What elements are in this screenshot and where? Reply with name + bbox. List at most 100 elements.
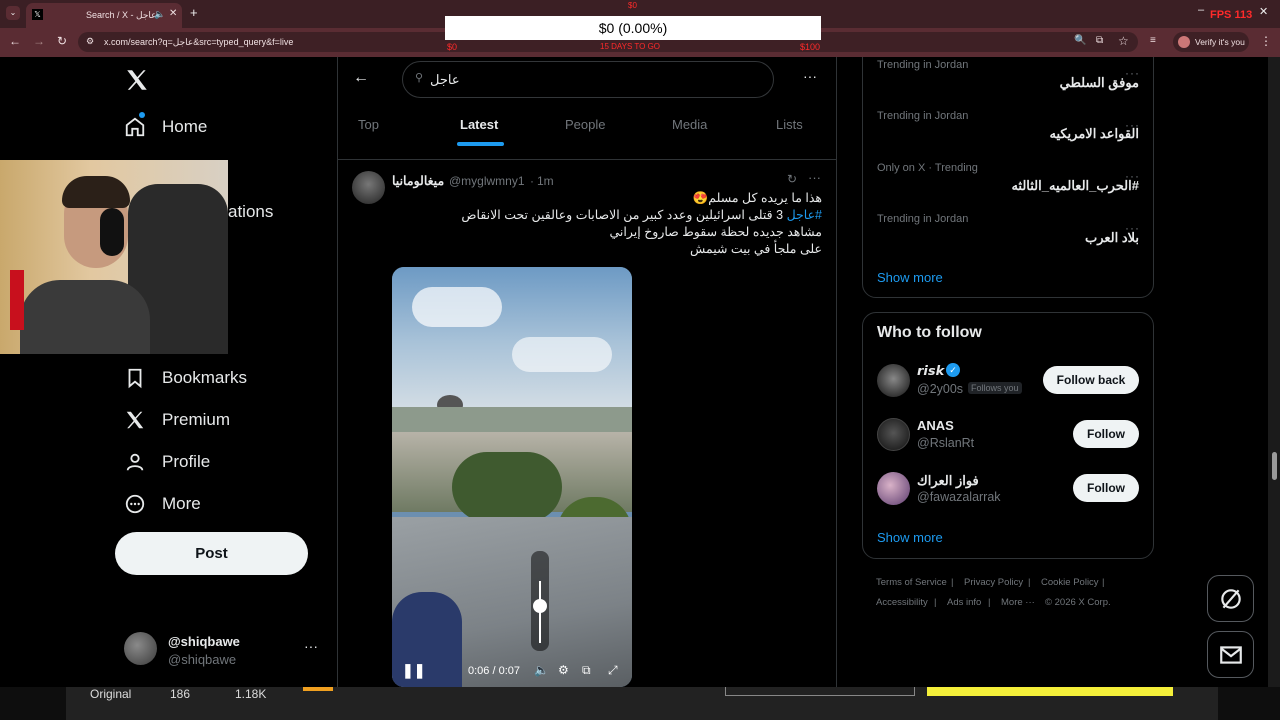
follow-button[interactable]: Follow xyxy=(1073,474,1139,502)
webcam-person-body xyxy=(20,280,150,354)
tab-lists[interactable]: Lists xyxy=(776,117,803,132)
pause-icon[interactable]: ❚❚ xyxy=(402,662,425,679)
home-icon xyxy=(125,117,145,137)
new-tab-button[interactable]: + xyxy=(190,5,198,20)
grok-button[interactable] xyxy=(1207,575,1254,622)
install-icon[interactable]: ⧉ xyxy=(1096,35,1103,46)
minimize-button[interactable]: – xyxy=(1198,4,1204,16)
account-more-icon[interactable]: ··· xyxy=(304,638,318,654)
search-input[interactable]: ⚲ عاجل xyxy=(402,61,774,98)
fullscreen-icon[interactable]: ⤢ xyxy=(608,663,618,678)
footer-separator: | xyxy=(934,597,937,608)
account-switcher[interactable]: @shiqbawe @shiqbawe ··· xyxy=(122,630,327,670)
sidebar-item-home[interactable]: Home xyxy=(124,109,207,145)
user-name[interactable]: ANAS xyxy=(917,418,954,433)
footer-more-link[interactable]: More ··· xyxy=(1001,597,1035,608)
sidebar-item-bookmarks[interactable]: Bookmarks xyxy=(124,360,247,396)
tab-media[interactable]: Media xyxy=(672,117,707,132)
trend-subtitle: Trending in Jordan xyxy=(877,59,969,71)
sidebar-item-label: Bookmarks xyxy=(162,368,248,387)
page-scrollbar[interactable] xyxy=(1268,57,1280,687)
browser-menu-icon[interactable]: ⋮ xyxy=(1260,34,1272,48)
tab-people[interactable]: People xyxy=(565,117,605,132)
reload-icon[interactable]: ↻ xyxy=(57,34,67,48)
user-name[interactable]: 𝙧𝙞𝙨𝙠 xyxy=(917,363,944,379)
trend-name[interactable]: #الحرب_العالميه_الثالثه xyxy=(1011,178,1139,194)
active-tab-indicator xyxy=(457,142,504,146)
search-feed: ← ⚲ عاجل ··· Top Latest People Media Lis… xyxy=(337,57,837,687)
trend-name[interactable]: موفق السلطي xyxy=(1060,75,1139,91)
trends-show-more-link[interactable]: Show more xyxy=(877,270,943,285)
tweet-time[interactable]: 1m xyxy=(537,174,554,188)
user-handle[interactable]: @RslanRt xyxy=(917,436,974,450)
tab-title: Search / X - عاجل xyxy=(86,10,157,20)
user-handle[interactable]: @fawazalarrak xyxy=(917,490,1001,504)
forward-icon[interactable]: → xyxy=(33,34,45,48)
tab-list-button[interactable]: ⌄ xyxy=(6,6,20,20)
goal-fill-bar xyxy=(927,687,1173,696)
footer-separator: | xyxy=(1102,577,1105,588)
close-window-button[interactable]: ✕ xyxy=(1259,5,1268,18)
grok-icon[interactable]: ↻ xyxy=(787,172,797,186)
footer-accessibility-link[interactable]: Accessibility xyxy=(876,597,928,608)
volume-icon[interactable]: 🔈 xyxy=(534,663,549,677)
trend-name[interactable]: القواعد الامريكيه xyxy=(1049,126,1139,142)
zoom-icon[interactable]: 🔍 xyxy=(1074,35,1086,46)
x-logo-icon[interactable] xyxy=(124,67,150,93)
popout-icon[interactable]: ⧉ xyxy=(582,663,591,678)
user-handle[interactable]: @2y00s xyxy=(917,382,963,396)
avatar[interactable] xyxy=(877,418,910,451)
messages-button[interactable] xyxy=(1207,631,1254,678)
post-button[interactable]: Post xyxy=(115,532,308,575)
follow-button[interactable]: Follow xyxy=(1073,420,1139,448)
footer-terms-link[interactable]: Terms of Service xyxy=(876,577,947,588)
back-arrow-icon[interactable]: ← xyxy=(353,69,369,87)
footer-ads-link[interactable]: Ads info xyxy=(947,597,981,608)
x-app: Home ations Bookmarks Premium Profile Mo… xyxy=(0,57,1268,687)
avatar[interactable] xyxy=(877,472,910,505)
tweet-handle[interactable]: @myglwmny1 xyxy=(449,174,525,188)
sidebar-item-notifications-partial[interactable]: ations xyxy=(228,202,273,222)
reading-list-icon[interactable]: ≡ xyxy=(1150,35,1156,46)
bookmark-star-icon[interactable]: ☆ xyxy=(1118,34,1129,48)
volume-knob[interactable] xyxy=(533,599,547,613)
video-player[interactable]: ❚❚ 0:06 / 0:07 🔈 ⚙ ⧉ ⤢ xyxy=(392,267,632,687)
tab-close-icon[interactable]: ✕ xyxy=(169,8,177,19)
trend-name[interactable]: بلاد العرب xyxy=(1085,230,1139,246)
follow-back-button[interactable]: Follow back xyxy=(1043,366,1139,394)
footer-copyright: © 2026 X Corp. xyxy=(1045,597,1111,608)
webcam-hair xyxy=(62,176,130,208)
sidebar-item-more[interactable]: More xyxy=(124,486,201,522)
scrollbar-thumb[interactable] xyxy=(1272,452,1277,480)
site-info-icon[interactable]: ⚙ xyxy=(86,36,94,47)
tweet-avatar[interactable] xyxy=(352,171,385,204)
sidebar-item-label: More xyxy=(162,494,201,513)
video-cloud xyxy=(412,287,502,327)
avatar[interactable] xyxy=(877,364,910,397)
tab-top[interactable]: Top xyxy=(358,117,379,132)
footer-privacy-link[interactable]: Privacy Policy xyxy=(964,577,1023,588)
footer-separator: | xyxy=(951,577,954,588)
hashtag-link[interactable]: #عاجل xyxy=(787,208,822,222)
more-circle-icon xyxy=(125,494,145,514)
tweet-more-icon[interactable]: ··· xyxy=(808,170,821,185)
tweet-line-1: هذا ما يريده كل مسلم😍 xyxy=(692,191,822,205)
sidebar-item-label: Home xyxy=(162,117,208,136)
who-to-follow-show-more-link[interactable]: Show more xyxy=(877,530,943,545)
footer-cookie-link[interactable]: Cookie Policy xyxy=(1041,577,1099,588)
sidebar-item-profile[interactable]: Profile xyxy=(124,444,210,480)
settings-icon[interactable]: ⚙ xyxy=(558,663,569,677)
sidebar-item-premium[interactable]: Premium xyxy=(124,402,230,438)
tweet-author[interactable]: ميغالومانيا xyxy=(392,173,444,188)
back-icon[interactable]: ← xyxy=(9,34,21,48)
browser-tab[interactable]: 𝕏 Search / X - عاجل 🔈 ✕ xyxy=(26,3,182,28)
verify-pill[interactable]: Verify it's you xyxy=(1173,32,1249,52)
search-options-icon[interactable]: ··· xyxy=(803,68,817,84)
search-query: عاجل xyxy=(430,72,460,87)
tweet-line-3: مشاهد جديده لحظة سقوط صاروخ إيراني xyxy=(609,225,822,239)
user-name[interactable]: فواز العراك xyxy=(917,473,979,489)
volume-slider[interactable] xyxy=(531,551,549,651)
avatar xyxy=(124,632,157,665)
x-favicon-icon: 𝕏 xyxy=(32,9,43,20)
tab-latest[interactable]: Latest xyxy=(460,117,498,132)
